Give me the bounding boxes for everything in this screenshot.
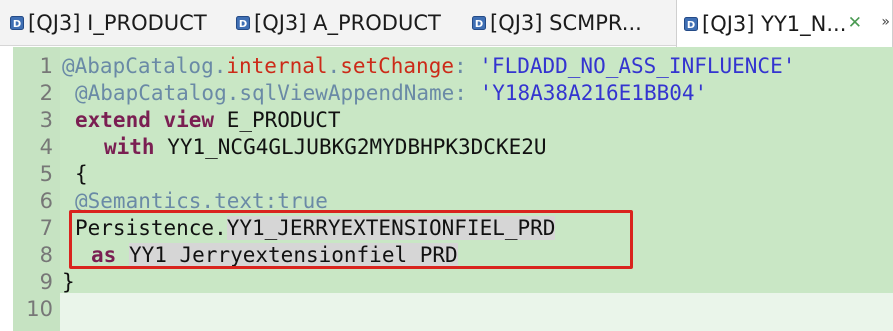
svg-text:D: D (239, 19, 247, 30)
line-number: 7 (39, 216, 53, 240)
annotation-token: @AbapCatalog. (62, 54, 227, 78)
annotation-token: @AbapCatalog.sqlViewAppendName: (75, 81, 480, 105)
identifier-token: Persistence. (75, 216, 227, 240)
line-number: 10 (26, 297, 53, 321)
ddl-source-icon: D (472, 16, 486, 30)
punctuation-token: . (327, 54, 341, 78)
keyword-token: with (104, 135, 155, 159)
tab-label: [QJ3] SCMPR... (490, 11, 642, 35)
ddl-source-icon: D (236, 16, 250, 30)
identifier-token: E_PRODUCT (214, 108, 341, 132)
code-line-2: @AbapCatalog.sqlViewAppendName: 'Y18A38A… (75, 80, 707, 107)
line-number: 3 (39, 108, 53, 132)
ddl-source-icon: D (684, 16, 698, 31)
annotation-token: @Semantics.text:true (75, 189, 328, 213)
code-line-7: Persistence.YY1_JERRYEXTENSIONFIEL_PRD (75, 215, 556, 242)
line-number: 2 (39, 81, 53, 105)
keyword-token: extend view (75, 108, 215, 132)
code-line-3: extend view E_PRODUCT (75, 107, 341, 134)
keyword-token: as (91, 243, 117, 267)
code-line-4: with YY1_NCG4GLJUBKG2MYDBHPK3DCKE2U (104, 134, 547, 161)
code-line-6: @Semantics.text:true (75, 188, 328, 215)
tab-overflow-icon[interactable]: » (881, 14, 890, 30)
code-line-9: } (62, 269, 75, 296)
line-number: 8 (39, 243, 53, 267)
tab-i-product[interactable]: D [QJ3] I_PRODUCT (10, 0, 228, 46)
line-number: 4 (39, 135, 53, 159)
brace-token: { (75, 162, 88, 186)
tab-label: [QJ3] YY1_N... (702, 11, 847, 36)
code-line-1: @AbapCatalog.internal.setChange: 'FLDADD… (62, 53, 795, 80)
keyword-token: setChange (340, 54, 454, 78)
highlighted-field-token: YY1_JERRYEXTENSIONFIEL_PRD (226, 216, 556, 240)
close-tab-icon[interactable]: ✕ (848, 13, 862, 33)
tab-yy1-active[interactable]: D [QJ3] YY1_N... ✕ » (676, 0, 893, 47)
svg-text:D: D (13, 19, 21, 30)
svg-text:D: D (475, 19, 483, 30)
tab-a-product[interactable]: D [QJ3] A_PRODUCT (236, 0, 464, 46)
code-line-5: { (75, 161, 88, 188)
code-area-empty[interactable] (60, 293, 893, 331)
punctuation-token: : (453, 54, 480, 78)
editor-left-ruler (0, 47, 13, 331)
highlighted-alias-token: YY1_Jerryextensionfiel_PRD (128, 243, 458, 267)
identifier-token: YY1_NCG4GLJUBKG2MYDBHPK3DCKE2U (154, 135, 547, 159)
string-literal: 'FLDADD_NO_ASS_INFLUENCE' (479, 54, 796, 78)
ddl-source-icon: D (10, 16, 24, 30)
editor-tab-bar: D [QJ3] I_PRODUCT D [QJ3] A_PRODUCT D [Q… (0, 0, 893, 47)
brace-token: } (62, 270, 75, 294)
line-number: 1 (39, 54, 53, 78)
tab-scmpr[interactable]: D [QJ3] SCMPR... (472, 0, 672, 46)
string-literal: 'Y18A38A216E1BB04' (479, 81, 708, 105)
svg-text:D: D (687, 20, 695, 31)
keyword-token: internal (226, 54, 328, 78)
tab-label: [QJ3] I_PRODUCT (28, 11, 207, 35)
tab-label: [QJ3] A_PRODUCT (254, 11, 441, 35)
code-editor[interactable]: 1 2 3 4 5 6 7 8 9 10 @AbapCatalog.intern… (0, 47, 893, 331)
line-number: 6 (39, 189, 53, 213)
line-number: 9 (39, 270, 53, 294)
line-number: 5 (39, 162, 53, 186)
code-line-8: as YY1_Jerryextensionfiel_PRD (91, 242, 458, 269)
